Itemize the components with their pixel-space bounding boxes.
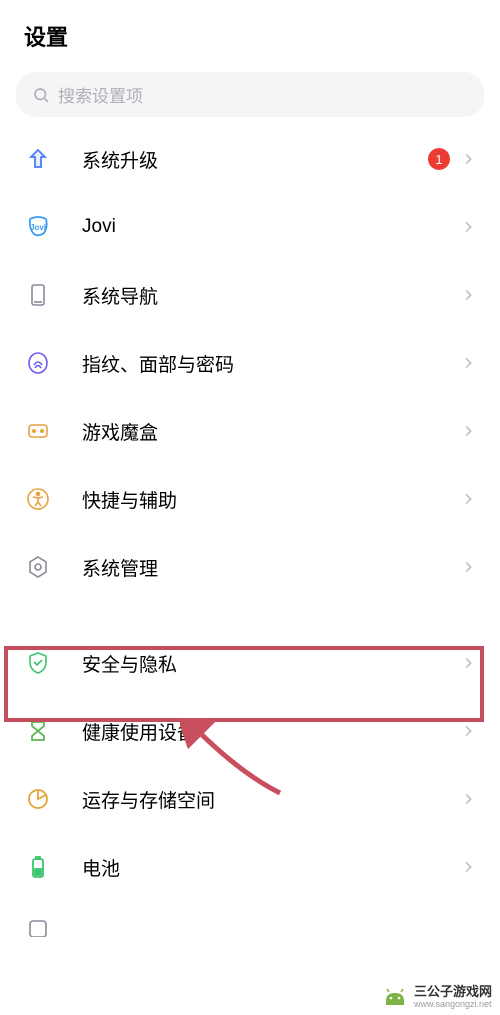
watermark-title: 三公子游戏网 (414, 985, 492, 998)
item-label: 系统导航 (82, 282, 460, 309)
svg-text:Jovi: Jovi (30, 223, 46, 232)
item-security-privacy[interactable]: 安全与隐私 (0, 629, 500, 697)
item-label: Jovi (82, 216, 460, 238)
watermark-url: www.sangongzi.net (414, 1000, 492, 1009)
item-ram-storage[interactable]: 运存与存储空间 (0, 765, 500, 833)
item-partial-next[interactable] (0, 901, 500, 937)
item-label: 电池 (82, 854, 460, 881)
item-system-navigation[interactable]: 系统导航 (0, 261, 500, 329)
hourglass-icon (24, 717, 52, 745)
accessibility-icon (24, 485, 52, 513)
header: 设置 (0, 0, 500, 68)
partial-icon (24, 915, 52, 937)
gear-hex-icon (24, 553, 52, 581)
chevron-right-icon (460, 859, 476, 875)
item-label: 指纹、面部与密码 (82, 350, 460, 377)
chevron-right-icon (460, 791, 476, 807)
item-label: 系统升级 (82, 146, 428, 173)
badge: 1 (428, 148, 450, 170)
chevron-right-icon (460, 423, 476, 439)
search-box[interactable]: 搜索设置项 (16, 72, 484, 117)
phone-icon (24, 281, 52, 309)
fingerprint-icon (24, 349, 52, 377)
item-jovi[interactable]: Jovi Jovi (0, 193, 500, 261)
search-icon (32, 86, 50, 104)
item-system-upgrade[interactable]: 系统升级 1 (0, 125, 500, 193)
section-divider (0, 601, 500, 629)
item-system-management[interactable]: 系统管理 (0, 533, 500, 601)
item-health-device[interactable]: 健康使用设备 (0, 697, 500, 765)
item-label: 游戏魔盒 (82, 418, 460, 445)
watermark: 三公子游戏网 www.sangongzi.net (382, 985, 492, 1009)
chevron-right-icon (460, 151, 476, 167)
chevron-right-icon (460, 287, 476, 303)
page-title: 设置 (24, 20, 476, 52)
battery-icon (24, 853, 52, 881)
item-label: 安全与隐私 (82, 650, 460, 677)
item-label: 运存与存储空间 (82, 786, 460, 813)
gamepad-icon (24, 417, 52, 445)
settings-list: 系统升级 1 Jovi Jovi 系统导航 指纹、面部与密码 (0, 125, 500, 937)
item-battery[interactable]: 电池 (0, 833, 500, 901)
watermark-logo-icon (382, 987, 408, 1007)
shield-icon (24, 649, 52, 677)
chevron-right-icon (460, 219, 476, 235)
item-fingerprint-face-password[interactable]: 指纹、面部与密码 (0, 329, 500, 397)
item-label: 快捷与辅助 (82, 486, 460, 513)
item-shortcut-accessibility[interactable]: 快捷与辅助 (0, 465, 500, 533)
search-placeholder: 搜索设置项 (58, 82, 143, 107)
upgrade-icon (24, 145, 52, 173)
item-label: 系统管理 (82, 554, 460, 581)
chevron-right-icon (460, 655, 476, 671)
storage-pie-icon (24, 785, 52, 813)
item-game-box[interactable]: 游戏魔盒 (0, 397, 500, 465)
chevron-right-icon (460, 355, 476, 371)
chevron-right-icon (460, 723, 476, 739)
chevron-right-icon (460, 559, 476, 575)
item-label: 健康使用设备 (82, 718, 460, 745)
jovi-icon: Jovi (24, 213, 52, 241)
chevron-right-icon (460, 491, 476, 507)
